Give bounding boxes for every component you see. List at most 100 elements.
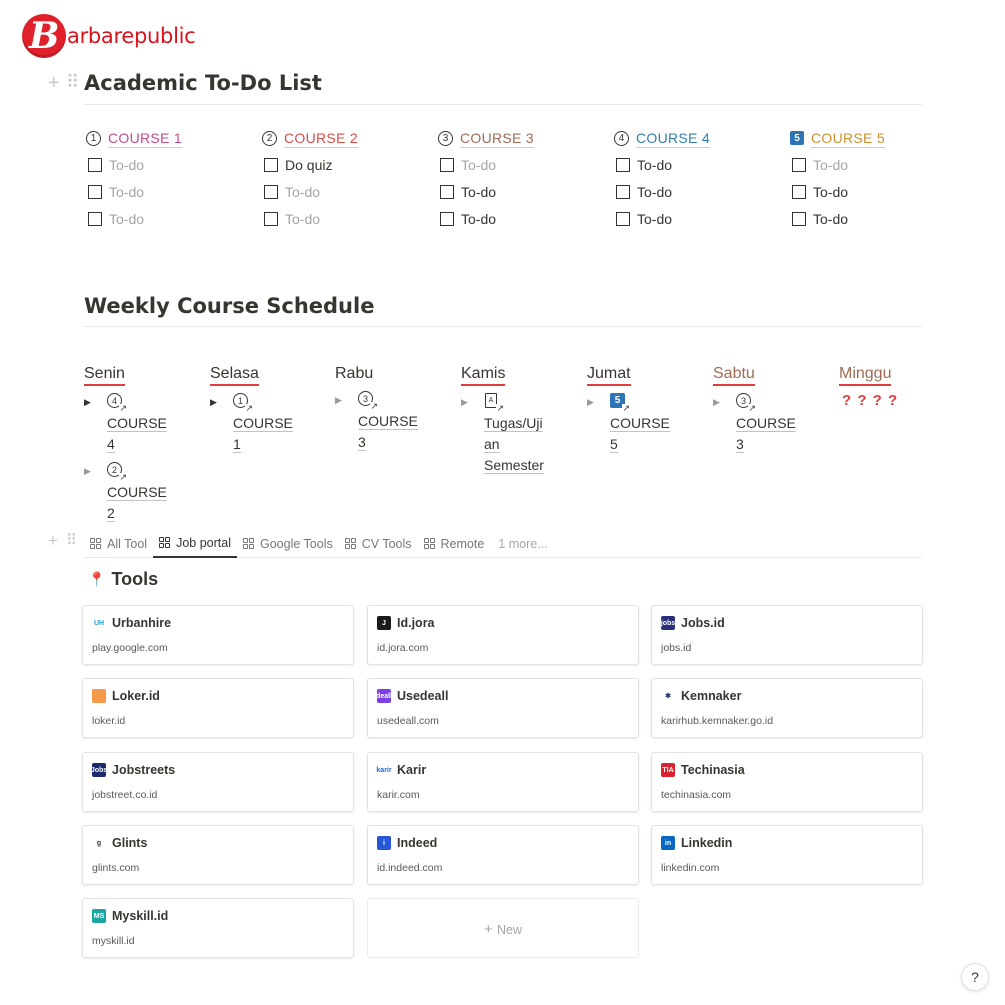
todo-checkbox[interactable]: [792, 157, 806, 172]
todo-checkbox[interactable]: [616, 211, 630, 226]
circle-2-icon: 2: [262, 130, 277, 146]
drag-handle-icon[interactable]: ⠿: [66, 533, 77, 548]
tool-url: jobs.id: [661, 642, 692, 654]
todo-text[interactable]: To-do: [285, 211, 320, 227]
tab-google-tools[interactable]: Google Tools: [237, 530, 339, 558]
todo-item: Do quiz: [262, 151, 432, 178]
todo-checkbox[interactable]: [88, 157, 102, 172]
course-title[interactable]: COURSE 1: [108, 129, 182, 148]
todo-checkbox[interactable]: [88, 184, 102, 199]
day-name: Jumat: [587, 364, 631, 386]
gallery-icon: [344, 538, 357, 550]
course-title[interactable]: COURSE 4: [636, 129, 710, 148]
todo-item: To-do: [86, 151, 256, 178]
todo-text[interactable]: To-do: [461, 157, 496, 173]
tab-1-more[interactable]: 1 more...: [492, 530, 553, 558]
course-header[interactable]: 1 COURSE 1: [86, 128, 256, 148]
todo-text[interactable]: To-do: [109, 184, 144, 200]
course-header[interactable]: 3 COURSE 3: [438, 128, 608, 148]
todo-text[interactable]: To-do: [813, 211, 848, 227]
tool-url: linkedin.com: [661, 862, 720, 874]
tool-card[interactable]: Loker.id loker.id: [82, 678, 354, 738]
tool-card[interactable]: UH Urbanhire play.google.com: [82, 605, 354, 665]
todo-text[interactable]: To-do: [109, 211, 144, 227]
todo-checkbox[interactable]: [440, 157, 454, 172]
schedule-link[interactable]: COURSE 3: [358, 411, 418, 453]
toggle-triangle-icon[interactable]: ▶: [84, 397, 96, 455]
toggle-triangle-icon[interactable]: ▶: [713, 397, 725, 455]
todo-item: To-do: [86, 178, 256, 205]
tool-url: glints.com: [92, 862, 140, 874]
add-block-icon[interactable]: +: [48, 532, 58, 549]
todo-text[interactable]: To-do: [637, 157, 672, 173]
todo-checkbox[interactable]: [616, 157, 630, 172]
tool-card[interactable]: karir Karir karir.com: [367, 752, 639, 812]
todo-text[interactable]: To-do: [461, 211, 496, 227]
todo-text[interactable]: To-do: [637, 184, 672, 200]
drag-handle-icon[interactable]: ⠿: [66, 73, 79, 91]
plus-icon: +: [484, 921, 497, 938]
schedule-item: ▶ 2 ↗ COURSE 2: [84, 462, 204, 524]
course-header[interactable]: 4 COURSE 4: [614, 128, 784, 148]
todo-text[interactable]: To-do: [813, 184, 848, 200]
tool-card[interactable]: jobs Jobs.id jobs.id: [651, 605, 923, 665]
tool-card[interactable]: TIA Techinasia techinasia.com: [651, 752, 923, 812]
todo-checkbox[interactable]: [440, 184, 454, 199]
toggle-triangle-icon[interactable]: ▶: [210, 397, 222, 455]
tab-remote[interactable]: Remote: [418, 530, 491, 558]
jobstreet-icon: Jobs: [91, 763, 107, 777]
todo-checkbox[interactable]: [264, 211, 278, 226]
course-title[interactable]: COURSE 5: [811, 129, 885, 148]
todo-checkbox[interactable]: [264, 157, 278, 172]
todo-text[interactable]: To-do: [637, 211, 672, 227]
todo-text[interactable]: To-do: [109, 157, 144, 173]
jobsid-icon: jobs: [661, 616, 675, 630]
todo-checkbox[interactable]: [264, 184, 278, 199]
add-block-icon[interactable]: +: [48, 73, 60, 93]
tool-card[interactable]: MS Myskill.id myskill.id: [82, 898, 354, 958]
toggle-triangle-icon[interactable]: ▶: [587, 397, 599, 455]
course-header[interactable]: 5 COURSE 5: [790, 128, 960, 148]
todo-item: To-do: [438, 178, 608, 205]
todo-text[interactable]: To-do: [813, 157, 848, 173]
tool-card[interactable]: ✱ Kemnaker karirhub.kemnaker.go.id: [651, 678, 923, 738]
course-header[interactable]: 2 COURSE 2: [262, 128, 432, 148]
schedule-link[interactable]: COURSE 5: [610, 413, 670, 455]
todo-checkbox[interactable]: [440, 211, 454, 226]
toggle-triangle-icon[interactable]: ▶: [335, 395, 347, 453]
tab-job-portal[interactable]: Job portal: [153, 530, 237, 558]
tab-all-tool[interactable]: All Tool: [84, 530, 153, 558]
tool-name: Kemnaker: [681, 689, 742, 703]
tool-card[interactable]: J Id.jora id.jora.com: [367, 605, 639, 665]
toggle-triangle-icon[interactable]: ▶: [461, 397, 473, 476]
todo-item: To-do: [614, 151, 784, 178]
indeed-icon: i: [377, 836, 391, 850]
todo-checkbox[interactable]: [792, 211, 806, 226]
todo-text[interactable]: To-do: [285, 184, 320, 200]
schedule-link[interactable]: COURSE 2: [107, 482, 167, 524]
todo-text[interactable]: To-do: [461, 184, 496, 200]
tool-card[interactable]: deall Usedeall usedeall.com: [367, 678, 639, 738]
schedule-link[interactable]: Tugas/Uji an Semester: [484, 413, 544, 476]
tab-cv-tools[interactable]: CV Tools: [339, 530, 418, 558]
tool-card[interactable]: i Indeed id.indeed.com: [367, 825, 639, 885]
course-title[interactable]: COURSE 3: [460, 129, 534, 148]
course-title[interactable]: COURSE 2: [284, 129, 358, 148]
tool-name: Indeed: [397, 836, 438, 850]
toggle-triangle-icon[interactable]: ▶: [84, 466, 96, 524]
todo-text[interactable]: Do quiz: [285, 157, 332, 173]
tool-card[interactable]: in Linkedin linkedin.com: [651, 825, 923, 885]
day-name: Sabtu: [713, 364, 755, 386]
todo-checkbox[interactable]: [792, 184, 806, 199]
schedule-link[interactable]: COURSE 4: [107, 413, 167, 455]
new-card-button[interactable]: + New: [367, 898, 639, 958]
todo-checkbox[interactable]: [616, 184, 630, 199]
help-button[interactable]: ?: [961, 963, 989, 991]
todo-checkbox[interactable]: [88, 211, 102, 226]
tool-url: id.jora.com: [377, 642, 429, 654]
tool-url: myskill.id: [92, 935, 135, 947]
tool-card[interactable]: Jobs Jobstreets jobstreet.co.id: [82, 752, 354, 812]
tool-card[interactable]: g Glints glints.com: [82, 825, 354, 885]
schedule-link[interactable]: COURSE 3: [736, 413, 796, 455]
schedule-link[interactable]: COURSE 1: [233, 413, 293, 455]
